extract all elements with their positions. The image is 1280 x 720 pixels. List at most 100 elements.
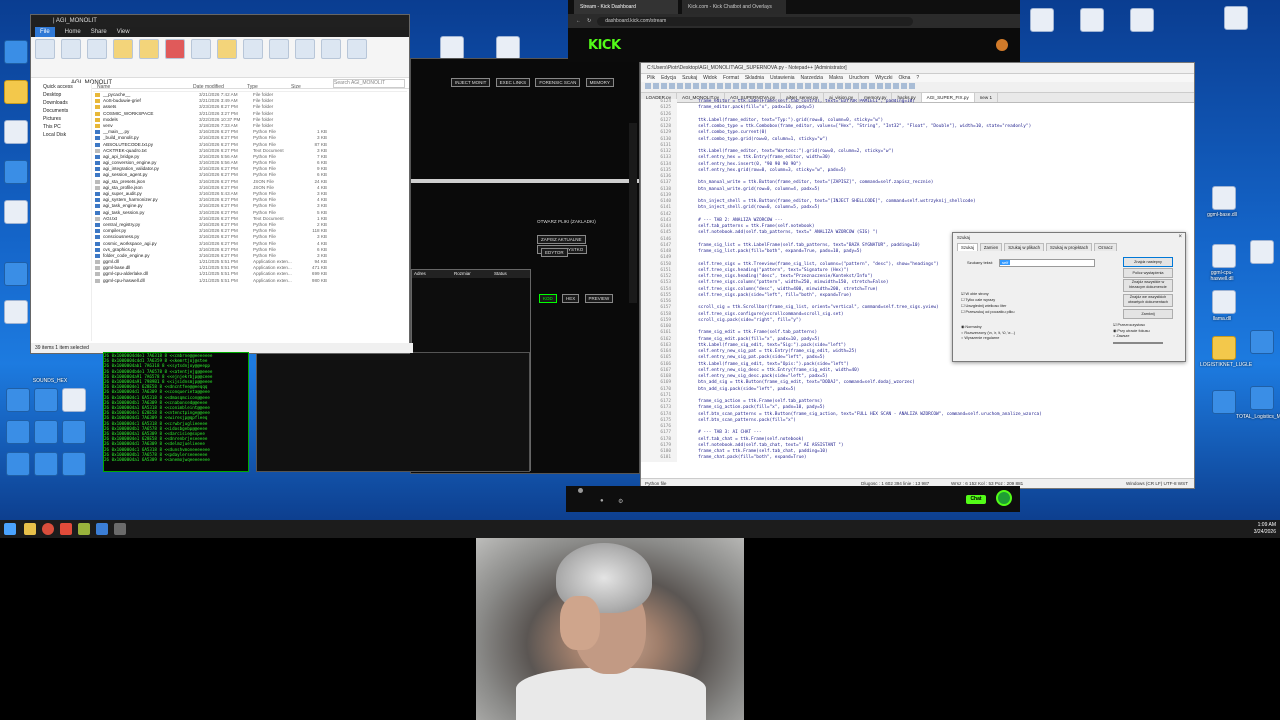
kod-tab[interactable]: KOD — [539, 294, 557, 303]
desktop-icon[interactable] — [1212, 186, 1236, 210]
exec-links-button[interactable]: EXEC LINKS — [495, 78, 531, 87]
delete-icon[interactable] — [165, 39, 185, 59]
close-button[interactable]: Zamknij — [1123, 309, 1173, 319]
chat-send-button[interactable]: Chat — [966, 495, 986, 504]
mode-regex[interactable]: ○ Wyrazenie regularne — [961, 336, 1015, 342]
terminal-icon[interactable] — [114, 523, 126, 535]
rename-icon[interactable] — [191, 39, 211, 59]
open-icon[interactable] — [295, 39, 315, 59]
desktop-icon[interactable] — [4, 80, 28, 104]
editor-menu-item[interactable]: Ustawienia — [770, 75, 794, 81]
menu-file[interactable]: File — [35, 27, 55, 37]
close-icon[interactable]: × — [1178, 234, 1182, 240]
desktop-icon[interactable] — [34, 420, 58, 444]
menu-share[interactable]: Share — [91, 27, 107, 37]
toolbar-button-icon[interactable] — [693, 83, 699, 89]
editor-menu-item[interactable]: Szukaj — [682, 75, 697, 81]
browser-icon[interactable] — [42, 523, 54, 535]
toolbar-button-icon[interactable] — [717, 83, 723, 89]
transparency-slider[interactable] — [1113, 341, 1163, 344]
editor-titlebar[interactable]: C:\Users\Piotr\Desktop\AGI_MONOLIT\AGI_S… — [641, 63, 1194, 74]
toolbar-button-icon[interactable] — [797, 83, 803, 89]
back-icon[interactable]: ← — [576, 18, 581, 24]
toolbar-button-icon[interactable] — [877, 83, 883, 89]
toolbar-button-icon[interactable] — [661, 83, 667, 89]
settings-icon[interactable]: ⚙ — [618, 498, 623, 505]
desktop-icon[interactable] — [440, 36, 464, 60]
toolbar-button-icon[interactable] — [781, 83, 787, 89]
tab-find-in-projects[interactable]: Szukaj w projektach — [1046, 243, 1093, 251]
preview-tab[interactable]: PREVIEW — [584, 294, 614, 303]
option-from-start[interactable]: ☐ Przeszukuj od poczatku pliku — [961, 309, 1014, 315]
desktop-icon[interactable] — [496, 36, 520, 60]
desktop-icon[interactable] — [4, 120, 28, 144]
desktop-icon[interactable] — [1250, 240, 1274, 264]
col-type[interactable]: Type — [247, 83, 291, 91]
scrollbar[interactable] — [629, 123, 637, 303]
desktop-icon[interactable] — [62, 388, 86, 412]
file-row[interactable]: ggml-cpu-haswell.dll 1/21/2025 5:51 PM App… — [93, 278, 407, 284]
toolbar-button-icon[interactable] — [821, 83, 827, 89]
tab-find-in-files[interactable]: Szukaj w plikach — [1004, 243, 1044, 251]
editor-menu-item[interactable]: Wtyczki — [875, 75, 892, 81]
kick-logo[interactable]: KICK — [588, 38, 621, 53]
toolbar-button-icon[interactable] — [765, 83, 771, 89]
clock[interactable]: 1:09 AM 3/24/2026 — [1254, 522, 1276, 536]
toolbar-button-icon[interactable] — [901, 83, 907, 89]
desktop-icon[interactable] — [1212, 390, 1236, 414]
desktop-icon[interactable] — [34, 388, 58, 412]
desktop-icon[interactable] — [4, 40, 28, 64]
tab-kick-dashboard[interactable]: Stream - Kick Dashboard — [574, 0, 678, 14]
toolbar-button-icon[interactable] — [869, 83, 875, 89]
editor-menu-item[interactable]: Edycja — [661, 75, 676, 81]
toolbar-button-icon[interactable] — [909, 83, 915, 89]
desktop-icon[interactable] — [1250, 386, 1274, 410]
editor-tab[interactable]: EDYTOR — [541, 247, 571, 257]
col-date[interactable]: Date modified — [193, 83, 247, 91]
desktop-icon[interactable] — [1212, 336, 1236, 360]
toolbar-button-icon[interactable] — [749, 83, 755, 89]
find-all-open-button[interactable]: Znajdz we wszystkich otwartych dokumenta… — [1123, 294, 1173, 307]
toolbar-button-icon[interactable] — [677, 83, 683, 89]
toolbar-button-icon[interactable] — [757, 83, 763, 89]
nav-documents[interactable]: Documents — [31, 107, 91, 115]
desktop-icon[interactable] — [1212, 244, 1236, 268]
tab-mark[interactable]: Oznacz — [1094, 243, 1117, 251]
tab-kick-chatbot[interactable]: Kick.com - Kick Chatbot and Overlays — [682, 0, 786, 14]
url-bar[interactable]: dashboard.kick.com/stream — [597, 16, 914, 26]
editor-menu-item[interactable]: Widok — [703, 75, 717, 81]
toolbar-button-icon[interactable] — [805, 83, 811, 89]
copy-icon[interactable] — [61, 39, 81, 59]
desktop-icon[interactable] — [4, 300, 28, 324]
col-size[interactable]: Rozmiar — [454, 270, 494, 278]
editor-menu-item[interactable]: Format — [723, 75, 739, 81]
file-explorer-icon[interactable] — [24, 523, 36, 535]
find-next-button[interactable]: Znajdz nastepny — [1123, 257, 1173, 267]
paste-icon[interactable] — [87, 39, 107, 59]
toolbar-button-icon[interactable] — [893, 83, 899, 89]
hex-tab[interactable]: HEX — [562, 294, 580, 303]
col-status[interactable]: Status — [494, 270, 530, 278]
start-icon[interactable] — [4, 523, 16, 535]
reload-icon[interactable]: ↻ — [587, 18, 591, 24]
tab-replace[interactable]: Zamien — [979, 243, 1003, 251]
new-item-icon[interactable] — [243, 39, 263, 59]
desktop-icon[interactable] — [6, 388, 30, 412]
editor-menu-item[interactable]: Makra — [829, 75, 843, 81]
toolbar-button-icon[interactable] — [837, 83, 843, 89]
toolbar-button-icon[interactable] — [645, 83, 651, 89]
desktop-icon[interactable] — [6, 452, 30, 476]
desktop-icon[interactable] — [1212, 290, 1236, 314]
desktop-icon[interactable] — [4, 200, 28, 224]
memory-button[interactable]: MEMORY — [585, 78, 614, 87]
kick-emote-icon[interactable] — [996, 490, 1012, 506]
toolbar-button-icon[interactable] — [741, 83, 747, 89]
pin-icon[interactable] — [35, 39, 55, 59]
python-icon[interactable] — [96, 523, 108, 535]
toolbar-button-icon[interactable] — [653, 83, 659, 89]
editor-menu-item[interactable]: ? — [916, 75, 919, 81]
nav-local-disk[interactable]: Local Disk — [31, 131, 91, 139]
desktop-icon[interactable] — [62, 420, 86, 444]
desktop-icon[interactable] — [1250, 330, 1274, 354]
copy-to-icon[interactable] — [139, 39, 159, 59]
